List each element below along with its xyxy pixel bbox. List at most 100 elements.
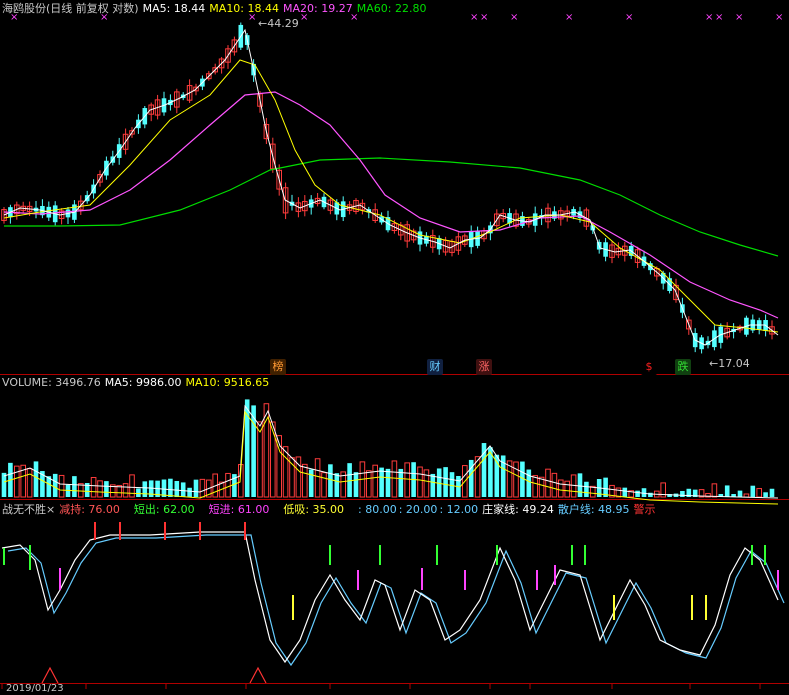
- volume-bar-50: [321, 472, 327, 498]
- volume-bar-117: [750, 485, 756, 497]
- volume-bar-66: [423, 469, 430, 498]
- volume-bar-91: [584, 481, 589, 497]
- volume-bar-38: [244, 399, 250, 497]
- signal-x-marker-7: ×: [510, 12, 518, 23]
- ma5-readout: MA5: 18.44: [142, 2, 206, 15]
- volume-bar-63: [404, 462, 410, 498]
- warning-readout: 警示: [633, 503, 656, 516]
- retail-line: [7, 534, 785, 667]
- volume-bar-9: [58, 474, 65, 498]
- signal-x-marker-6: ×: [480, 12, 488, 23]
- volume-bar-70: [449, 472, 455, 497]
- volume-bar-21: [136, 488, 141, 497]
- volume-bar-2: [14, 465, 20, 498]
- volume-readout: VOLUME: 3496.76: [2, 376, 101, 389]
- stock-chart-canvas[interactable]: × × × × × × × × × × × × × ×: [0, 0, 789, 694]
- volume-bar-65: [417, 466, 423, 498]
- volume-bar-111: [711, 483, 718, 498]
- volume-bar-99: [635, 490, 640, 497]
- volume-bar-40: [257, 421, 263, 498]
- signal-x-marker-10: ×: [705, 12, 713, 23]
- volume-bar-8: [52, 473, 58, 497]
- volume-bar-116: [743, 493, 750, 498]
- ma60-readout: MA60: 22.80: [356, 2, 427, 15]
- event-flag-cai[interactable]: 财: [427, 359, 443, 375]
- volume-bar-54: [347, 463, 352, 497]
- volume-bar-44: [282, 446, 289, 498]
- volume-bar-77: [494, 454, 500, 497]
- signal-x-marker-11: ×: [715, 12, 723, 23]
- volume-bar-12: [78, 483, 84, 498]
- volume-bar-5: [33, 461, 39, 497]
- volume-bar-57: [366, 470, 372, 498]
- short-in-readout: 短进: 61.00: [208, 503, 270, 516]
- dip-buy-readout: 低吸: 35.00: [283, 503, 345, 516]
- retail-line-readout: 散户线: 48.95: [557, 503, 630, 516]
- signal-x-marker-8: ×: [565, 12, 573, 23]
- volume-bar-25: [161, 479, 167, 497]
- high-price-label: ←44.29: [258, 17, 299, 30]
- volume-bar-11: [72, 476, 77, 497]
- volume-bar-51: [328, 464, 333, 497]
- level-80-readout: : 80.00: [358, 503, 397, 516]
- ma10-line: [3, 59, 779, 333]
- event-flag-bang[interactable]: 榜: [270, 359, 286, 375]
- volume-bar-22: [142, 481, 148, 497]
- volume-bar-19: [122, 483, 129, 498]
- ma20-line: [3, 91, 779, 319]
- volume-bar-92: [590, 485, 596, 498]
- volume-bar-113: [724, 485, 730, 497]
- date-axis-start: 2019/01/23: [6, 683, 64, 694]
- event-flag-dollar[interactable]: $: [641, 359, 657, 375]
- warning-peak-1: [249, 666, 267, 684]
- low-price-label: ←17.04: [709, 357, 750, 370]
- price-header: 海鸥股份(日线 前复权 对数) MA5: 18.44 MA10: 18.44 MA20…: [2, 0, 430, 15]
- volume-bar-52: [334, 473, 340, 497]
- close-icon[interactable]: ×: [46, 503, 55, 516]
- volume-bar-106: [680, 491, 685, 497]
- signal-x-marker-13: ×: [775, 12, 783, 23]
- volume-bar-55: [353, 472, 359, 497]
- event-flag-zhang[interactable]: 涨: [476, 359, 492, 375]
- indicator-header: 战无不胜× 减持: 76.00 短出: 62.00 短进: 61.00 低吸: 35.0…: [2, 501, 660, 516]
- volume-bar-88: [564, 480, 571, 498]
- volume-ma10-readout: MA10: 9516.65: [185, 376, 270, 389]
- ma5-line: [3, 28, 779, 346]
- indicator-name: 战无不胜: [2, 503, 46, 516]
- volume-bar-28: [180, 482, 186, 497]
- short-out-readout: 短出: 62.00: [133, 503, 195, 516]
- volume-bar-29: [187, 487, 192, 497]
- volume-bar-35: [225, 472, 231, 498]
- stock-title: 海鸥股份(日线 前复权 对数): [2, 2, 139, 15]
- volume-bar-4: [26, 468, 33, 498]
- event-flag-die[interactable]: 跌: [675, 359, 691, 375]
- signal-x-marker-9: ×: [625, 12, 633, 23]
- volume-bar-80: [513, 461, 519, 498]
- reduce-readout: 减持: 76.00: [59, 503, 120, 516]
- volume-bar-86: [551, 472, 558, 498]
- level-12-readout: : 12.00: [439, 503, 479, 516]
- volume-bar-59: [379, 467, 384, 497]
- ma60-line: [4, 157, 779, 257]
- volume-bar-67: [430, 473, 436, 497]
- ma10-readout: MA10: 18.44: [209, 2, 280, 15]
- volume-bar-120: [769, 488, 775, 497]
- signal-x-marker-12: ×: [735, 12, 743, 23]
- volume-bar-115: [737, 490, 743, 497]
- warning-peak-0: [41, 666, 59, 684]
- volume-bar-90: [577, 473, 583, 497]
- volume-bar-87: [558, 479, 564, 498]
- volume-bar-48: [308, 469, 314, 497]
- volume-bar-82: [526, 469, 532, 497]
- volume-bar-58: [372, 464, 378, 498]
- volume-bar-30: [193, 479, 199, 497]
- volume-bar-15: [97, 480, 103, 498]
- volume-bar-118: [756, 488, 763, 498]
- signal-x-marker-5: ×: [470, 12, 478, 23]
- volume-ma10-line: [3, 410, 779, 505]
- volume-bar-85: [545, 468, 551, 498]
- volume-bar-26: [168, 478, 173, 497]
- volume-bar-61: [391, 460, 398, 498]
- volume-bar-119: [763, 492, 768, 497]
- level-20-readout: : 20.00: [398, 503, 438, 516]
